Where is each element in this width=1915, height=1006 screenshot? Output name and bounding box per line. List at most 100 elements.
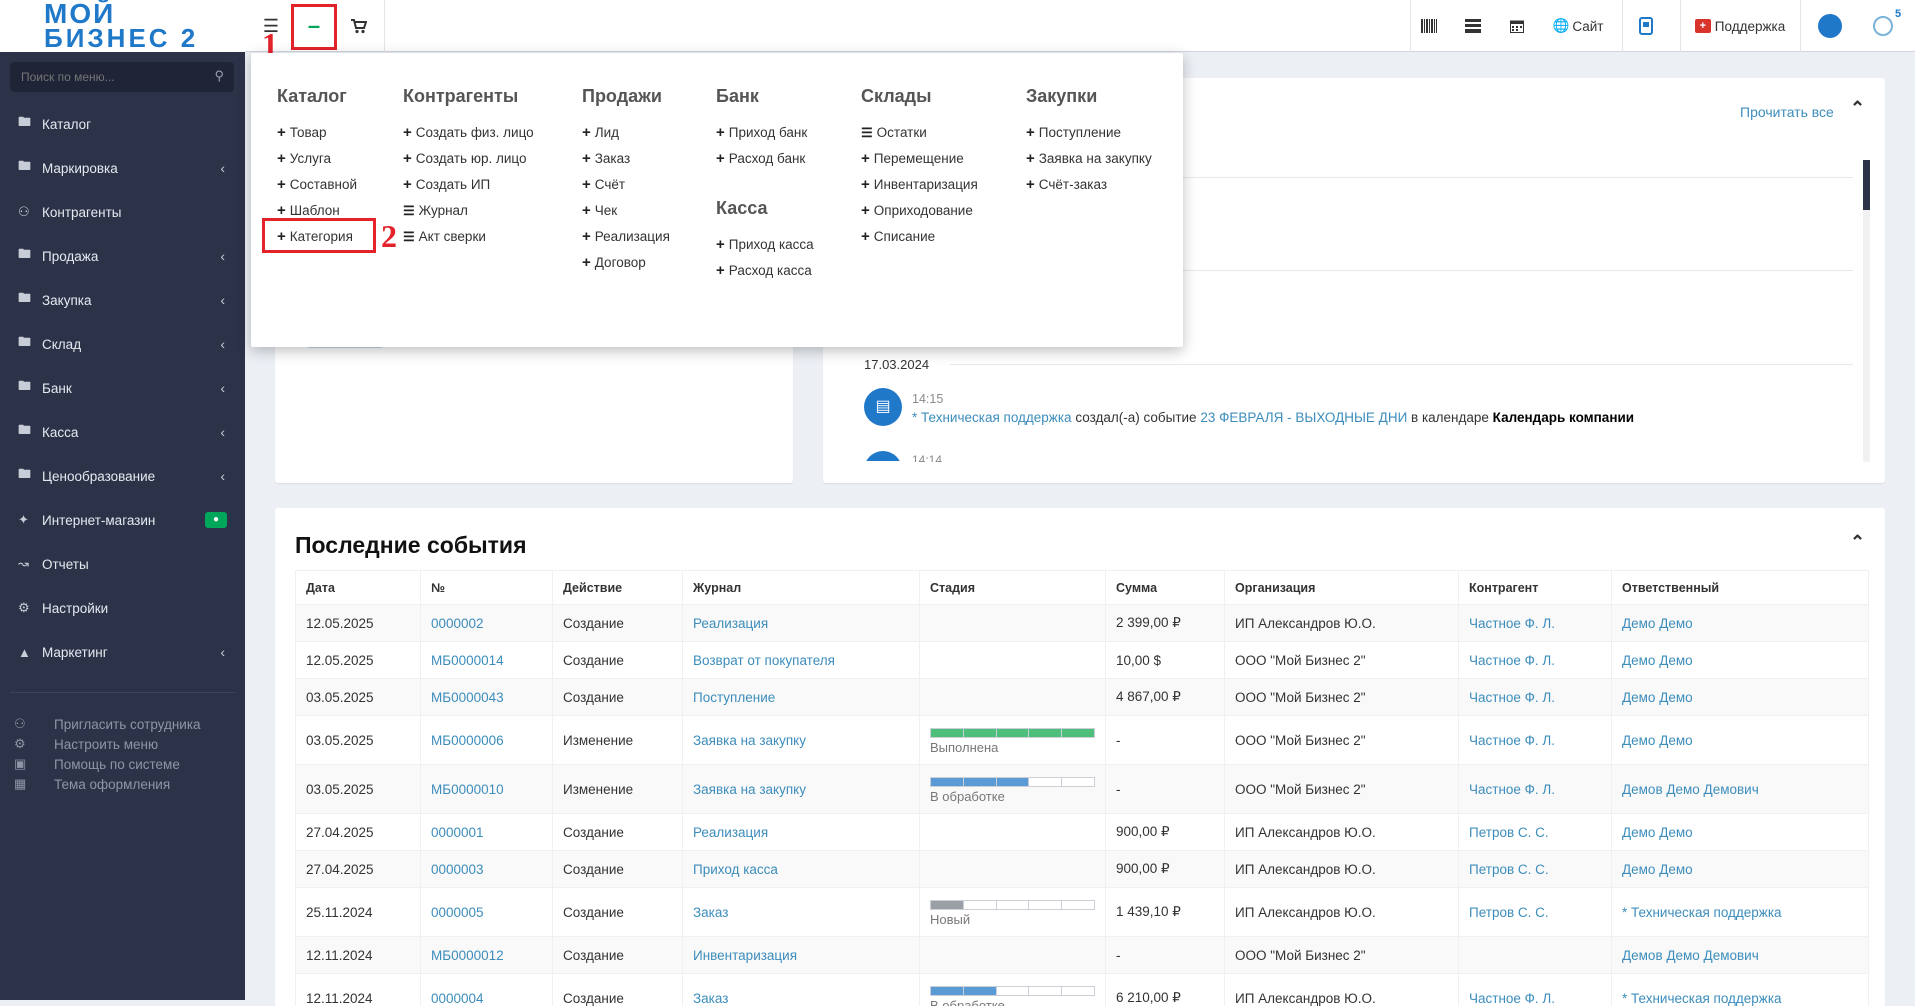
search-icon[interactable]: ⚲ (214, 68, 224, 84)
responsible-link[interactable]: * Техническая поддержка (1622, 991, 1782, 1006)
menu-item-transfer[interactable]: + Перемещение (861, 146, 978, 172)
menu-item-inventory[interactable]: + Инвентаризация (861, 172, 978, 198)
menu-item-write-off[interactable]: + Списание (861, 224, 978, 250)
mobile-app-icon[interactable] (1628, 0, 1664, 52)
menu-item-bank-expense[interactable]: + Расход банк (716, 146, 807, 172)
calendar-icon[interactable] (1500, 0, 1534, 52)
menu-item-invoice-order[interactable]: + Счёт-заказ (1026, 172, 1152, 198)
menu-item-contract[interactable]: + Договор (582, 250, 670, 276)
menu-search-input[interactable] (10, 62, 234, 92)
menu-item-lead[interactable]: + Лид (582, 120, 670, 146)
contractor-link[interactable]: Частное Ф. Л. (1469, 782, 1555, 797)
document-number-link[interactable]: 0000002 (431, 616, 484, 631)
journal-link[interactable]: Реализация (693, 825, 768, 840)
theme-link[interactable]: ▦ Тема оформления (14, 774, 234, 794)
collapse-events-chevron-up-icon[interactable]: ⌃ (1850, 532, 1865, 553)
menu-item-create-legal-entity[interactable]: + Создать юр. лицо (403, 146, 534, 172)
read-all-link[interactable]: Прочитать все (1740, 104, 1834, 120)
news-scrollbar-thumb[interactable] (1863, 160, 1870, 210)
responsible-link[interactable]: Демо Демо (1622, 616, 1693, 631)
menu-item-composite[interactable]: + Составной (277, 172, 357, 198)
sidebar-item-pricing[interactable]: 🖿 Ценообразование ‹ (0, 454, 245, 498)
document-number-link[interactable]: 0000001 (431, 825, 484, 840)
document-number-link[interactable]: 0000003 (431, 862, 484, 877)
cart-icon[interactable] (344, 0, 374, 52)
menu-item-reconciliation[interactable]: ☰ Акт сверки (403, 224, 534, 250)
journal-link[interactable]: Приход касса (693, 862, 778, 877)
document-number-link[interactable]: МБ0000043 (431, 690, 504, 705)
menu-item-stock[interactable]: ☰ Остатки (861, 120, 978, 146)
sidebar-item-online-store[interactable]: ✦ Интернет-магазин ● (0, 498, 245, 542)
contractor-link[interactable]: Петров С. С. (1469, 825, 1549, 840)
journal-link[interactable]: Заказ (693, 991, 728, 1006)
sidebar-item-marketing[interactable]: ▲ Маркетинг ‹ (0, 630, 245, 674)
journal-link[interactable]: Реализация (693, 616, 768, 631)
sidebar-item-cash[interactable]: 🖿 Касса ‹ (0, 410, 245, 454)
responsible-link[interactable]: Демо Демо (1622, 733, 1693, 748)
responsible-link[interactable]: Демов Демо Демович (1622, 948, 1759, 963)
contractor-link[interactable]: Петров С. С. (1469, 862, 1549, 877)
sidebar-item-bank[interactable]: 🖿 Банк ‹ (0, 366, 245, 410)
document-number-link[interactable]: МБ0000010 (431, 782, 504, 797)
journal-link[interactable]: Возврат от покупателя (693, 653, 835, 668)
sidebar-item-marking[interactable]: 🖿 Маркировка ‹ (0, 146, 245, 190)
document-number-link[interactable]: МБ0000006 (431, 733, 504, 748)
menu-item-realization[interactable]: + Реализация (582, 224, 670, 250)
journal-link[interactable]: Инвентаризация (693, 948, 797, 963)
sidebar-item-purchase[interactable]: 🖿 Закупка ‹ (0, 278, 245, 322)
responsible-link[interactable]: * Техническая поддержка (1622, 905, 1782, 920)
menu-item-receipt[interactable]: + Чек (582, 198, 670, 224)
barcode-icon[interactable] (1412, 0, 1446, 52)
document-number-link[interactable]: 0000005 (431, 905, 484, 920)
news-event-name-link[interactable]: 23 ФЕВРАЛЯ - ВЫХОДНЫЕ ДНИ (1200, 410, 1407, 425)
sidebar-item-catalog[interactable]: 🖿 Каталог (0, 102, 245, 146)
menu-item-cash-income[interactable]: + Приход касса (716, 232, 814, 258)
sidebar-item-sales[interactable]: 🖿 Продажа ‹ (0, 234, 245, 278)
document-number-link[interactable]: МБ0000014 (431, 653, 504, 668)
customize-menu-link[interactable]: ⚙ Настроить меню (14, 734, 234, 754)
news-event-author-link[interactable]: * Техническая поддержка (912, 410, 1072, 425)
column-header-number[interactable]: № (420, 570, 553, 605)
menu-item-create-individual[interactable]: + Создать физ. лицо (403, 120, 534, 146)
responsible-link[interactable]: Демо Демо (1622, 862, 1693, 877)
contractor-link[interactable]: Частное Ф. Л. (1469, 616, 1555, 631)
column-header-sum[interactable]: Сумма (1105, 570, 1225, 605)
logo[interactable]: МОЙ БИЗНЕС 2 (0, 0, 245, 52)
menu-item-posting[interactable]: + Оприходование (861, 198, 978, 224)
column-header-stage[interactable]: Стадия (919, 570, 1106, 605)
contractor-link[interactable]: Частное Ф. Л. (1469, 991, 1555, 1006)
menu-item-journal[interactable]: ☰ Журнал (403, 198, 534, 224)
sidebar-item-contractors[interactable]: ⚇ Контрагенты (0, 190, 245, 234)
contractor-link[interactable]: Частное Ф. Л. (1469, 733, 1555, 748)
column-header-organization[interactable]: Организация (1224, 570, 1459, 605)
cash-register-icon[interactable] (1456, 0, 1490, 52)
sidebar-item-settings[interactable]: ⚙ Настройки (0, 586, 245, 630)
journal-link[interactable]: Поступление (693, 690, 775, 705)
menu-item-purchase-request[interactable]: + Заявка на закупку (1026, 146, 1152, 172)
menu-item-service[interactable]: + Услуга (277, 146, 357, 172)
menu-item-receipt-goods[interactable]: + Поступление (1026, 120, 1152, 146)
column-header-action[interactable]: Действие (552, 570, 683, 605)
responsible-link[interactable]: Демов Демо Демович (1622, 782, 1759, 797)
menu-item-cash-expense[interactable]: + Расход касса (716, 258, 814, 284)
support-button[interactable]: + Поддержка (1688, 0, 1792, 52)
menu-item-order[interactable]: + Заказ (582, 146, 670, 172)
menu-item-bank-income[interactable]: + Приход банк (716, 120, 807, 146)
column-header-contractor[interactable]: Контрагент (1458, 570, 1612, 605)
menu-item-create-entrepreneur[interactable]: + Создать ИП (403, 172, 534, 198)
contractor-link[interactable]: Частное Ф. Л. (1469, 653, 1555, 668)
contractor-link[interactable]: Частное Ф. Л. (1469, 690, 1555, 705)
responsible-link[interactable]: Демо Демо (1622, 690, 1693, 705)
collapse-news-chevron-up-icon[interactable]: ⌃ (1850, 98, 1865, 119)
contractor-link[interactable]: Петров С. С. (1469, 905, 1549, 920)
sidebar-item-warehouse[interactable]: 🖿 Склад ‹ (0, 322, 245, 366)
responsible-link[interactable]: Демо Демо (1622, 825, 1693, 840)
invite-employee-link[interactable]: ⚇ Пригласить сотрудника (14, 714, 234, 734)
site-button[interactable]: 🌐 Сайт (1548, 0, 1608, 52)
journal-link[interactable]: Заявка на закупку (693, 782, 806, 797)
column-header-journal[interactable]: Журнал (682, 570, 920, 605)
column-header-date[interactable]: Дата (295, 570, 421, 605)
responsible-link[interactable]: Демо Демо (1622, 653, 1693, 668)
journal-link[interactable]: Заявка на закупку (693, 733, 806, 748)
help-link[interactable]: ▣ Помощь по системе (14, 754, 234, 774)
